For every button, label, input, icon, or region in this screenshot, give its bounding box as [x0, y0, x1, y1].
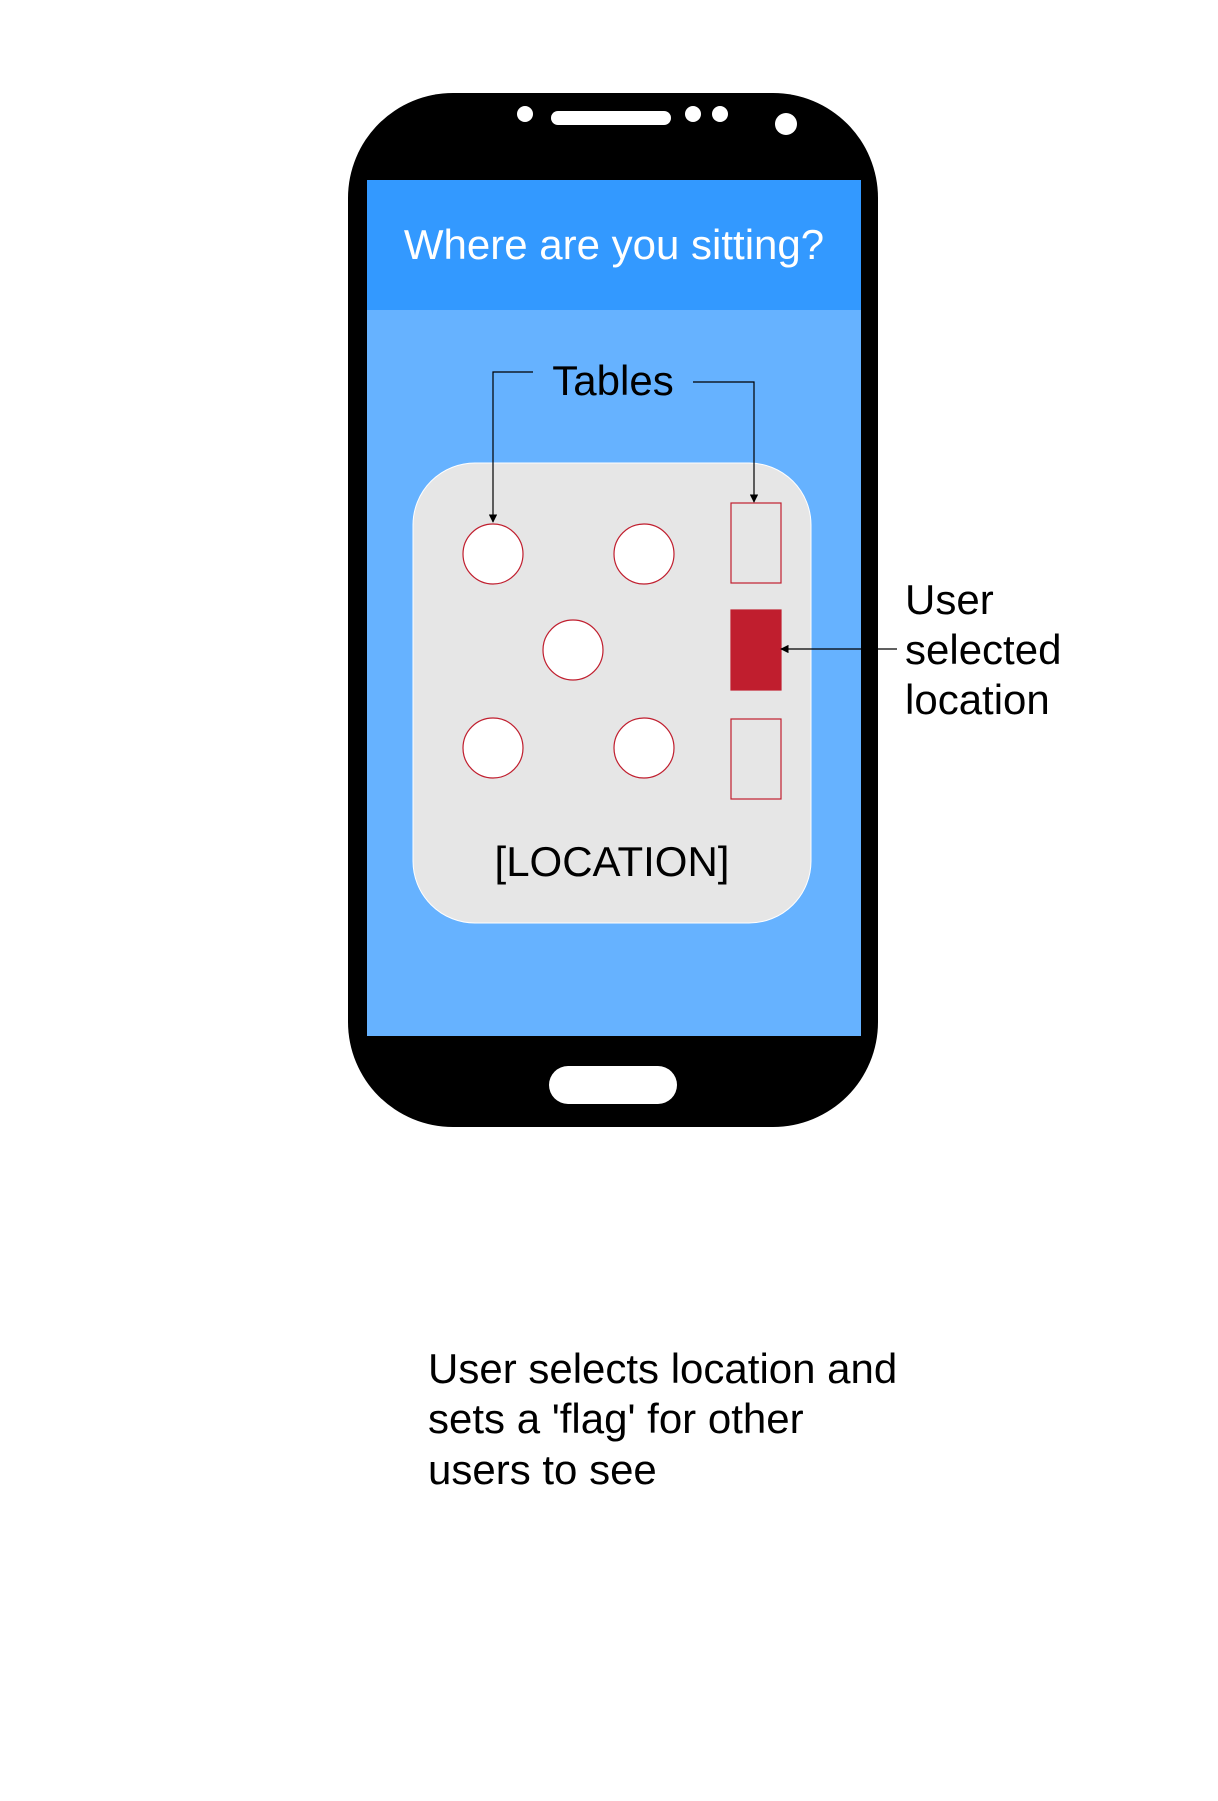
round-table[interactable] — [613, 717, 675, 779]
screen-header-title: Where are you sitting? — [404, 221, 824, 268]
tables-label: Tables — [552, 357, 673, 404]
annotation-line: location — [905, 676, 1050, 723]
annotation-line: selected — [905, 626, 1061, 673]
phone-sensor-dot — [685, 106, 701, 122]
round-table[interactable] — [542, 619, 604, 681]
phone-front-camera — [775, 113, 797, 135]
caption-line: User selects location and — [428, 1345, 897, 1392]
phone-sensor-dot — [517, 106, 533, 122]
caption-line: sets a 'flag' for other — [428, 1395, 804, 1442]
round-table[interactable] — [462, 717, 524, 779]
phone-home-button[interactable] — [549, 1066, 677, 1104]
annotation-line: User — [905, 576, 994, 623]
seating-map: [LOCATION] — [412, 462, 812, 924]
selected-square-table[interactable] — [730, 609, 782, 691]
diagram-canvas: Where are you sitting? [LOCATION] Tables… — [348, 93, 1073, 1493]
round-table[interactable] — [613, 523, 675, 585]
diagram-caption: User selects location and sets a 'flag' … — [428, 1345, 909, 1493]
selected-location-annotation: User selected location — [905, 576, 1073, 723]
phone-sensor-dot — [712, 106, 728, 122]
location-label: [LOCATION] — [495, 838, 730, 885]
phone-speaker-grille — [551, 111, 671, 125]
round-table[interactable] — [462, 523, 524, 585]
caption-line: users to see — [428, 1446, 657, 1493]
